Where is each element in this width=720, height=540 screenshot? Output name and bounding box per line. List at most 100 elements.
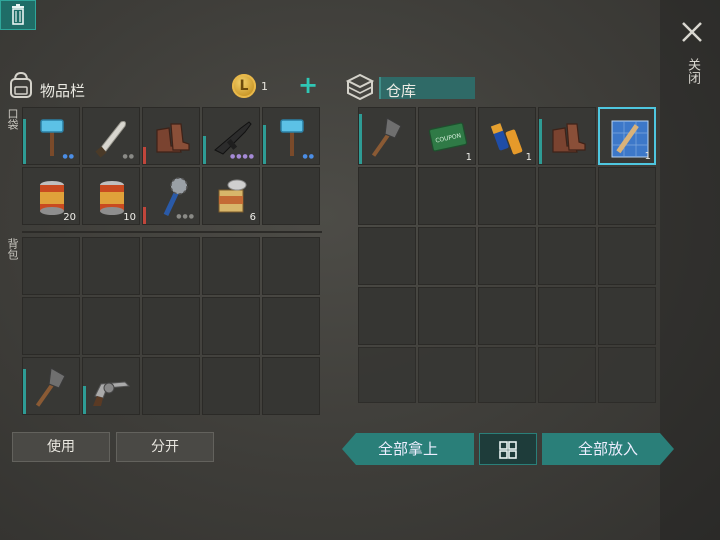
sort-button[interactable] <box>479 433 537 465</box>
durability-bar <box>83 386 86 414</box>
pocket-slot[interactable]: ●●● <box>142 167 200 225</box>
durability-bar <box>359 114 362 164</box>
pocket-slot[interactable]: 10 <box>82 167 140 225</box>
pocket-slot[interactable] <box>262 167 320 225</box>
item-quantity: 10 <box>123 212 136 223</box>
close-icon[interactable] <box>678 18 706 46</box>
warehouse-slot[interactable] <box>478 347 536 403</box>
backpack-slot[interactable] <box>82 237 140 295</box>
backpack-slot[interactable] <box>142 237 200 295</box>
warehouse-slot[interactable]: 1 <box>598 107 656 165</box>
warehouse-slot[interactable] <box>358 347 416 403</box>
warehouse-slot[interactable] <box>418 167 476 225</box>
warehouse-slot[interactable] <box>538 227 596 285</box>
boots-icon <box>156 123 190 153</box>
pocket-slot[interactable]: ●●●● <box>202 107 260 165</box>
trash-button[interactable] <box>0 0 36 30</box>
warehouse-slot[interactable] <box>358 287 416 345</box>
backpack-slot[interactable] <box>202 237 260 295</box>
warehouse-slot[interactable] <box>538 167 596 225</box>
warehouse-slot[interactable] <box>358 167 416 225</box>
backpack-icon <box>6 70 36 100</box>
boots-icon <box>552 123 586 153</box>
backpack-label: 背包 <box>6 238 19 260</box>
backpack-slot[interactable] <box>82 297 140 355</box>
crate-icon <box>344 72 376 102</box>
warehouse-slot[interactable] <box>478 227 536 285</box>
backpack-slot[interactable] <box>22 357 80 415</box>
warehouse-slot[interactable] <box>538 107 596 165</box>
backpack-slot[interactable] <box>262 357 320 415</box>
open-can-icon <box>218 179 247 213</box>
shovel-icon <box>35 367 66 407</box>
quality-dots: ●● <box>62 153 75 160</box>
hammer-icon <box>280 119 304 156</box>
close-label[interactable]: 关闭 <box>684 58 700 84</box>
take-all-label: 全部拿上 <box>377 440 438 458</box>
warehouse-slot[interactable] <box>358 107 416 165</box>
pocket-slot[interactable]: ●● <box>82 107 140 165</box>
inventory-title: 物品栏 <box>40 82 86 100</box>
item-quantity: 1 <box>644 151 651 162</box>
warehouse-slot[interactable] <box>418 287 476 345</box>
split-button[interactable]: 分开 <box>116 432 214 462</box>
backpack-slot[interactable] <box>142 297 200 355</box>
backpack-slot[interactable] <box>262 237 320 295</box>
revolver-icon <box>93 381 131 406</box>
backpack-slot[interactable] <box>202 357 260 415</box>
warehouse-slot[interactable] <box>598 167 656 225</box>
coupon-icon: COUPON <box>428 122 468 152</box>
grid-icon <box>499 441 517 459</box>
warehouse-slot[interactable] <box>478 167 536 225</box>
quality-dots: ●●●● <box>230 153 255 160</box>
item-quantity: 6 <box>249 212 256 223</box>
use-button[interactable]: 使用 <box>12 432 110 462</box>
backpack-slot[interactable] <box>82 357 140 415</box>
warehouse-slot[interactable] <box>538 347 596 403</box>
warehouse-slot[interactable] <box>418 347 476 403</box>
backpack-slot[interactable] <box>262 297 320 355</box>
quality-dots: ●● <box>122 153 135 160</box>
item-quantity: 1 <box>465 152 472 163</box>
durability-bar <box>23 369 26 414</box>
warehouse-slot[interactable] <box>598 347 656 403</box>
machete-icon <box>95 121 126 158</box>
durability-bar <box>143 147 146 164</box>
item-quantity: 1 <box>525 152 532 163</box>
backpack-slot[interactable] <box>22 297 80 355</box>
warehouse-slot[interactable] <box>478 287 536 345</box>
put-all-button[interactable]: 全部放入 <box>542 433 674 465</box>
pocket-slot[interactable]: ●● <box>22 107 80 165</box>
take-all-button[interactable]: 全部拿上 <box>342 433 474 465</box>
hammer-icon <box>40 119 64 156</box>
warehouse-slot[interactable]: COUPON 1 <box>418 107 476 165</box>
warehouse-slot[interactable] <box>418 227 476 285</box>
warehouse-slot[interactable]: 1 <box>478 107 536 165</box>
quality-dots: ●● <box>302 153 315 160</box>
quality-dots: ●●● <box>176 213 195 220</box>
trash-icon <box>12 4 24 25</box>
shovel-icon <box>371 117 402 157</box>
pocket-slot[interactable] <box>142 107 200 165</box>
pocket-slot[interactable]: ●● <box>262 107 320 165</box>
warehouse-title: 仓库 <box>386 82 417 100</box>
durability-bar <box>143 207 146 224</box>
put-all-label: 全部放入 <box>577 440 638 458</box>
pocket-slot[interactable]: 6 <box>202 167 260 225</box>
spiked-club-icon <box>163 177 188 217</box>
coin-icon: L <box>232 74 256 98</box>
plus-icon[interactable]: + <box>298 73 318 97</box>
warehouse-slot[interactable] <box>598 227 656 285</box>
backpack-slot[interactable] <box>22 237 80 295</box>
durability-bar <box>23 119 26 164</box>
durability-bar <box>203 136 206 164</box>
warehouse-slot[interactable] <box>358 227 416 285</box>
backpack-slot[interactable] <box>142 357 200 415</box>
warehouse-slot[interactable] <box>538 287 596 345</box>
warehouse-slot[interactable] <box>598 287 656 345</box>
coin-count: 1 <box>261 80 268 93</box>
pocket-slot[interactable]: 20 <box>22 167 80 225</box>
rifle-icon <box>214 121 252 155</box>
backpack-slot[interactable] <box>202 297 260 355</box>
item-quantity: 20 <box>63 212 76 223</box>
